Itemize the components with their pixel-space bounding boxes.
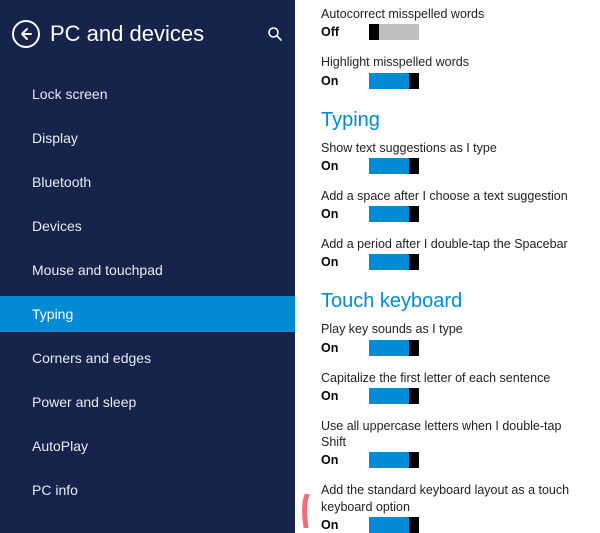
setting-row: On [321,388,582,404]
setting-state: On [321,518,347,532]
back-button[interactable] [12,20,40,48]
search-button[interactable] [267,26,283,42]
setting-option: Highlight misspelled words On [321,54,582,88]
setting-label: Show text suggestions as I type [321,140,582,156]
setting-row: Off [321,24,582,40]
setting-label: Add the standard keyboard layout as a to… [321,482,582,515]
setting-row: On [321,517,582,533]
setting-label: Play key sounds as I type [321,321,582,337]
back-arrow-icon [19,27,33,41]
setting-option: Play key sounds as I type On [321,321,582,355]
sidebar-list: Lock screen Display Bluetooth Devices Mouse … [0,76,295,508]
setting-state: On [321,74,347,88]
setting-label: Highlight misspelled words [321,54,582,70]
toggle-switch[interactable] [369,517,419,533]
toggle-switch[interactable] [369,254,419,270]
sidebar: PC and devices Lock screen Display Bluetoo… [0,0,295,533]
setting-label: Capitalize the first letter of each sent… [321,370,582,386]
setting-row: On [321,452,582,468]
toggle-switch[interactable] [369,388,419,404]
setting-row: On [321,254,582,270]
setting-label: Add a period after I double-tap the Spac… [321,236,582,252]
search-icon [267,26,283,42]
sidebar-item-devices[interactable]: Devices [0,208,295,244]
section-title: Typing [321,109,582,132]
sidebar-item-typing[interactable]: Typing [0,296,295,332]
toggle-switch[interactable] [369,206,419,222]
toggle-switch[interactable] [369,158,419,174]
setting-option: Add the standard keyboard layout as a to… [321,482,582,533]
toggle-switch[interactable] [369,452,419,468]
sidebar-item-corners-and-edges[interactable]: Corners and edges [0,340,295,376]
setting-option: Capitalize the first letter of each sent… [321,370,582,404]
sidebar-item-mouse-and-touchpad[interactable]: Mouse and touchpad [0,252,295,288]
setting-state: On [321,341,347,355]
setting-state: On [321,453,347,467]
setting-option: Add a space after I choose a text sugges… [321,188,582,222]
setting-state: On [321,255,347,269]
setting-state: On [321,159,347,173]
sidebar-item-autoplay[interactable]: AutoPlay [0,428,295,464]
setting-label: Autocorrect misspelled words [321,6,582,22]
setting-option: Autocorrect misspelled words Off [321,6,582,40]
setting-row: On [321,73,582,89]
toggle-switch[interactable] [369,73,419,89]
sidebar-item-pc-info[interactable]: PC info [0,472,295,508]
setting-label: Use all uppercase letters when I double-… [321,418,582,451]
setting-option: Use all uppercase letters when I double-… [321,418,582,469]
setting-row: On [321,206,582,222]
setting-label: Add a space after I choose a text sugges… [321,188,582,204]
setting-row: On [321,340,582,356]
toggle-switch[interactable] [369,24,419,40]
sidebar-item-display[interactable]: Display [0,120,295,156]
setting-option: Add a period after I double-tap the Spac… [321,236,582,270]
setting-state: On [321,389,347,403]
setting-row: On [321,158,582,174]
setting-option: Show text suggestions as I type On [321,140,582,174]
sidebar-item-power-and-sleep[interactable]: Power and sleep [0,384,295,420]
sidebar-header: PC and devices [0,0,295,66]
main-panel: Autocorrect misspelled words Off Highlight… [295,0,600,533]
toggle-switch[interactable] [369,340,419,356]
page-title: PC and devices [50,21,204,47]
sidebar-item-lock-screen[interactable]: Lock screen [0,76,295,112]
setting-state: Off [321,25,347,39]
section-title: Touch keyboard [321,290,582,313]
sidebar-item-bluetooth[interactable]: Bluetooth [0,164,295,200]
setting-state: On [321,207,347,221]
